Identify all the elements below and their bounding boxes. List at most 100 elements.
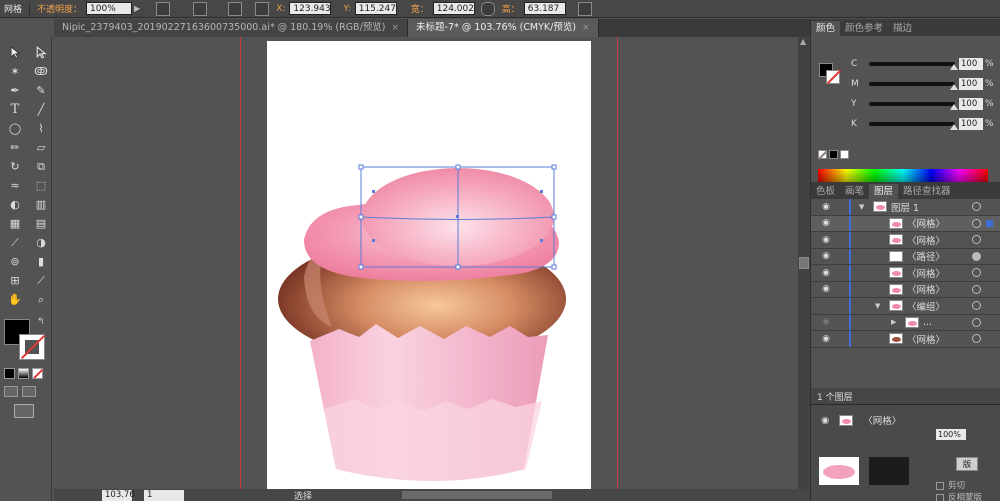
width-tool-icon[interactable]: ≈ bbox=[5, 177, 25, 194]
gradient-tool-icon[interactable]: ▤ bbox=[31, 215, 51, 232]
visibility-eye-icon[interactable]: ◉ bbox=[819, 268, 833, 278]
transparency-item-row[interactable]: ◉ 〈网格〉 bbox=[821, 413, 901, 427]
draw-normal-icon[interactable] bbox=[4, 386, 18, 397]
zoom-level-input[interactable]: 103.76 bbox=[102, 489, 135, 501]
tab-untitled-document[interactable]: 未标题-7* @ 103.76% (CMYK/预览) × bbox=[408, 19, 599, 37]
black-slider[interactable]: K 100 % bbox=[851, 118, 994, 130]
magenta-slider[interactable]: M 100 % bbox=[851, 78, 994, 90]
fill-stroke-control[interactable]: ↰ bbox=[4, 317, 48, 363]
tab-stroke[interactable]: 描边 bbox=[888, 21, 917, 36]
cupcake-artwork[interactable] bbox=[54, 37, 798, 489]
type-tool-icon[interactable]: T bbox=[5, 101, 25, 118]
layer-row[interactable]: ◉ ▶ ... bbox=[811, 314, 1000, 331]
eraser-tool-icon[interactable]: ▱ bbox=[31, 139, 51, 156]
shape-builder-tool-icon[interactable]: ◐ bbox=[5, 196, 25, 213]
screen-mode-icon[interactable] bbox=[14, 404, 34, 418]
link-proportions-icon[interactable] bbox=[480, 1, 495, 16]
target-icon[interactable] bbox=[972, 334, 981, 344]
black-value-input[interactable]: 100 bbox=[959, 118, 983, 130]
curvature-tool-icon[interactable]: ✎ bbox=[31, 82, 51, 99]
artboard-navigation-input[interactable]: 1 bbox=[144, 489, 184, 501]
direct-selection-tool-icon[interactable] bbox=[31, 44, 51, 61]
target-icon[interactable] bbox=[972, 251, 981, 261]
close-icon[interactable]: × bbox=[391, 19, 399, 37]
tab-layers[interactable]: 图层 bbox=[869, 184, 899, 199]
visibility-eye-icon[interactable]: ◉ bbox=[819, 235, 833, 245]
white-swatch[interactable] bbox=[840, 150, 849, 159]
none-swatch[interactable] bbox=[818, 150, 828, 160]
layer-row[interactable]: ◉ 〈路径〉 bbox=[811, 248, 1000, 265]
selected-indicator[interactable] bbox=[986, 219, 993, 227]
canvas-horizontal-scrollbar[interactable] bbox=[402, 491, 553, 499]
magenta-value-input[interactable]: 100 bbox=[959, 78, 983, 90]
layer-row[interactable]: ◉ ▼ 图层 1 bbox=[811, 199, 1000, 216]
yellow-slider[interactable]: Y 100 % bbox=[851, 98, 994, 110]
visibility-eye-icon[interactable]: ◉ bbox=[821, 415, 829, 426]
tab-nipic-document[interactable]: Nipic_2379403_20190227163600735000.ai* @… bbox=[54, 19, 409, 37]
transform-icon[interactable] bbox=[577, 1, 592, 16]
lasso-tool-icon[interactable]: ↂ bbox=[31, 63, 51, 80]
slice-tool-icon[interactable]: ⟋ bbox=[31, 272, 51, 289]
invert-mask-checkbox[interactable]: 反相蒙版 bbox=[936, 491, 982, 501]
chart-tool-icon[interactable]: ▥ bbox=[31, 196, 51, 213]
pen-tool-icon[interactable]: ✒ bbox=[5, 82, 25, 99]
line-tool-icon[interactable]: ╱ bbox=[31, 101, 51, 118]
swap-icon[interactable]: ↰ bbox=[37, 317, 45, 327]
cyan-value-input[interactable]: 100 bbox=[959, 58, 983, 70]
tab-color[interactable]: 颜色 bbox=[811, 21, 841, 36]
x-input[interactable]: 123.943 bbox=[289, 2, 332, 15]
tab-brushes[interactable]: 画笔 bbox=[840, 184, 869, 199]
visibility-eye-icon[interactable]: ◉ bbox=[819, 251, 833, 261]
yellow-value-input[interactable]: 100 bbox=[959, 98, 983, 110]
eyedropper-tool-icon[interactable]: ⟋ bbox=[5, 234, 25, 251]
visibility-eye-icon[interactable]: ◉ bbox=[819, 334, 833, 344]
layer-row[interactable]: ◉ 〈网格〉 bbox=[811, 265, 1000, 282]
y-input[interactable]: 115.247 bbox=[354, 2, 397, 15]
layer-row[interactable]: ◉ 〈网格〉 bbox=[811, 281, 1000, 298]
panel-stroke-swatch[interactable] bbox=[826, 70, 840, 84]
style-swatch-icon[interactable] bbox=[156, 1, 171, 16]
magic-wand-tool-icon[interactable]: ✶ bbox=[5, 63, 25, 80]
object-preview-thumbnail[interactable] bbox=[819, 457, 859, 485]
symbol-sprayer-tool-icon[interactable]: ⊚ bbox=[5, 253, 25, 270]
tab-pathfinder[interactable]: 路径查找器 bbox=[898, 184, 956, 199]
visibility-eye-icon[interactable]: ◉ bbox=[819, 202, 833, 212]
target-icon[interactable] bbox=[972, 284, 981, 294]
column-graph-tool-icon[interactable]: ▮ bbox=[31, 253, 51, 270]
target-icon[interactable] bbox=[972, 218, 981, 228]
free-transform-tool-icon[interactable]: ⬚ bbox=[31, 177, 51, 194]
expand-triangle-icon[interactable]: ▼ bbox=[875, 302, 880, 310]
draw-behind-icon[interactable] bbox=[22, 386, 36, 397]
canvas-area[interactable] bbox=[54, 37, 798, 489]
layer-row[interactable]: ◉ 〈网格〉 bbox=[811, 215, 1000, 232]
pencil-tool-icon[interactable]: ✏ bbox=[5, 139, 25, 156]
selection-tool-icon[interactable] bbox=[5, 44, 25, 61]
mask-preview-thumbnail[interactable] bbox=[869, 457, 909, 485]
scale-tool-icon[interactable]: ⧉ bbox=[31, 158, 51, 175]
opacity-label[interactable]: 不透明度： bbox=[33, 2, 86, 15]
tab-color-guide[interactable]: 颜色参考 bbox=[840, 21, 888, 36]
visibility-eye-icon[interactable]: ◉ bbox=[819, 284, 833, 294]
stroke-swatch[interactable] bbox=[19, 334, 45, 360]
rotate-tool-icon[interactable]: ↻ bbox=[5, 158, 25, 175]
layer-row[interactable]: ◉ 〈网格〉 bbox=[811, 331, 1000, 348]
close-icon[interactable]: × bbox=[582, 19, 590, 37]
recolor-icon[interactable] bbox=[193, 1, 208, 16]
target-icon[interactable] bbox=[972, 317, 981, 327]
visibility-eye-icon[interactable]: ◉ bbox=[819, 317, 833, 327]
make-mask-button[interactable]: 版 bbox=[956, 457, 978, 471]
hand-tool-icon[interactable]: ✋ bbox=[5, 291, 25, 308]
ellipse-tool-icon[interactable]: ◯ bbox=[5, 120, 25, 137]
scroll-up-icon[interactable]: ▲ bbox=[800, 37, 806, 46]
cyan-slider[interactable]: C 100 % bbox=[851, 58, 994, 70]
target-icon[interactable] bbox=[972, 268, 981, 278]
width-input[interactable]: 124.002 bbox=[432, 2, 475, 15]
target-icon[interactable] bbox=[972, 301, 981, 311]
target-icon[interactable] bbox=[972, 235, 981, 245]
opacity-input[interactable]: 100% bbox=[86, 2, 133, 15]
gradient-mode-icon[interactable] bbox=[18, 368, 29, 379]
align-icon[interactable] bbox=[228, 1, 243, 16]
scroll-thumb[interactable] bbox=[799, 257, 809, 269]
paintbrush-tool-icon[interactable]: ⌇ bbox=[31, 120, 51, 137]
collapse-triangle-icon[interactable]: ▶ bbox=[891, 318, 896, 326]
